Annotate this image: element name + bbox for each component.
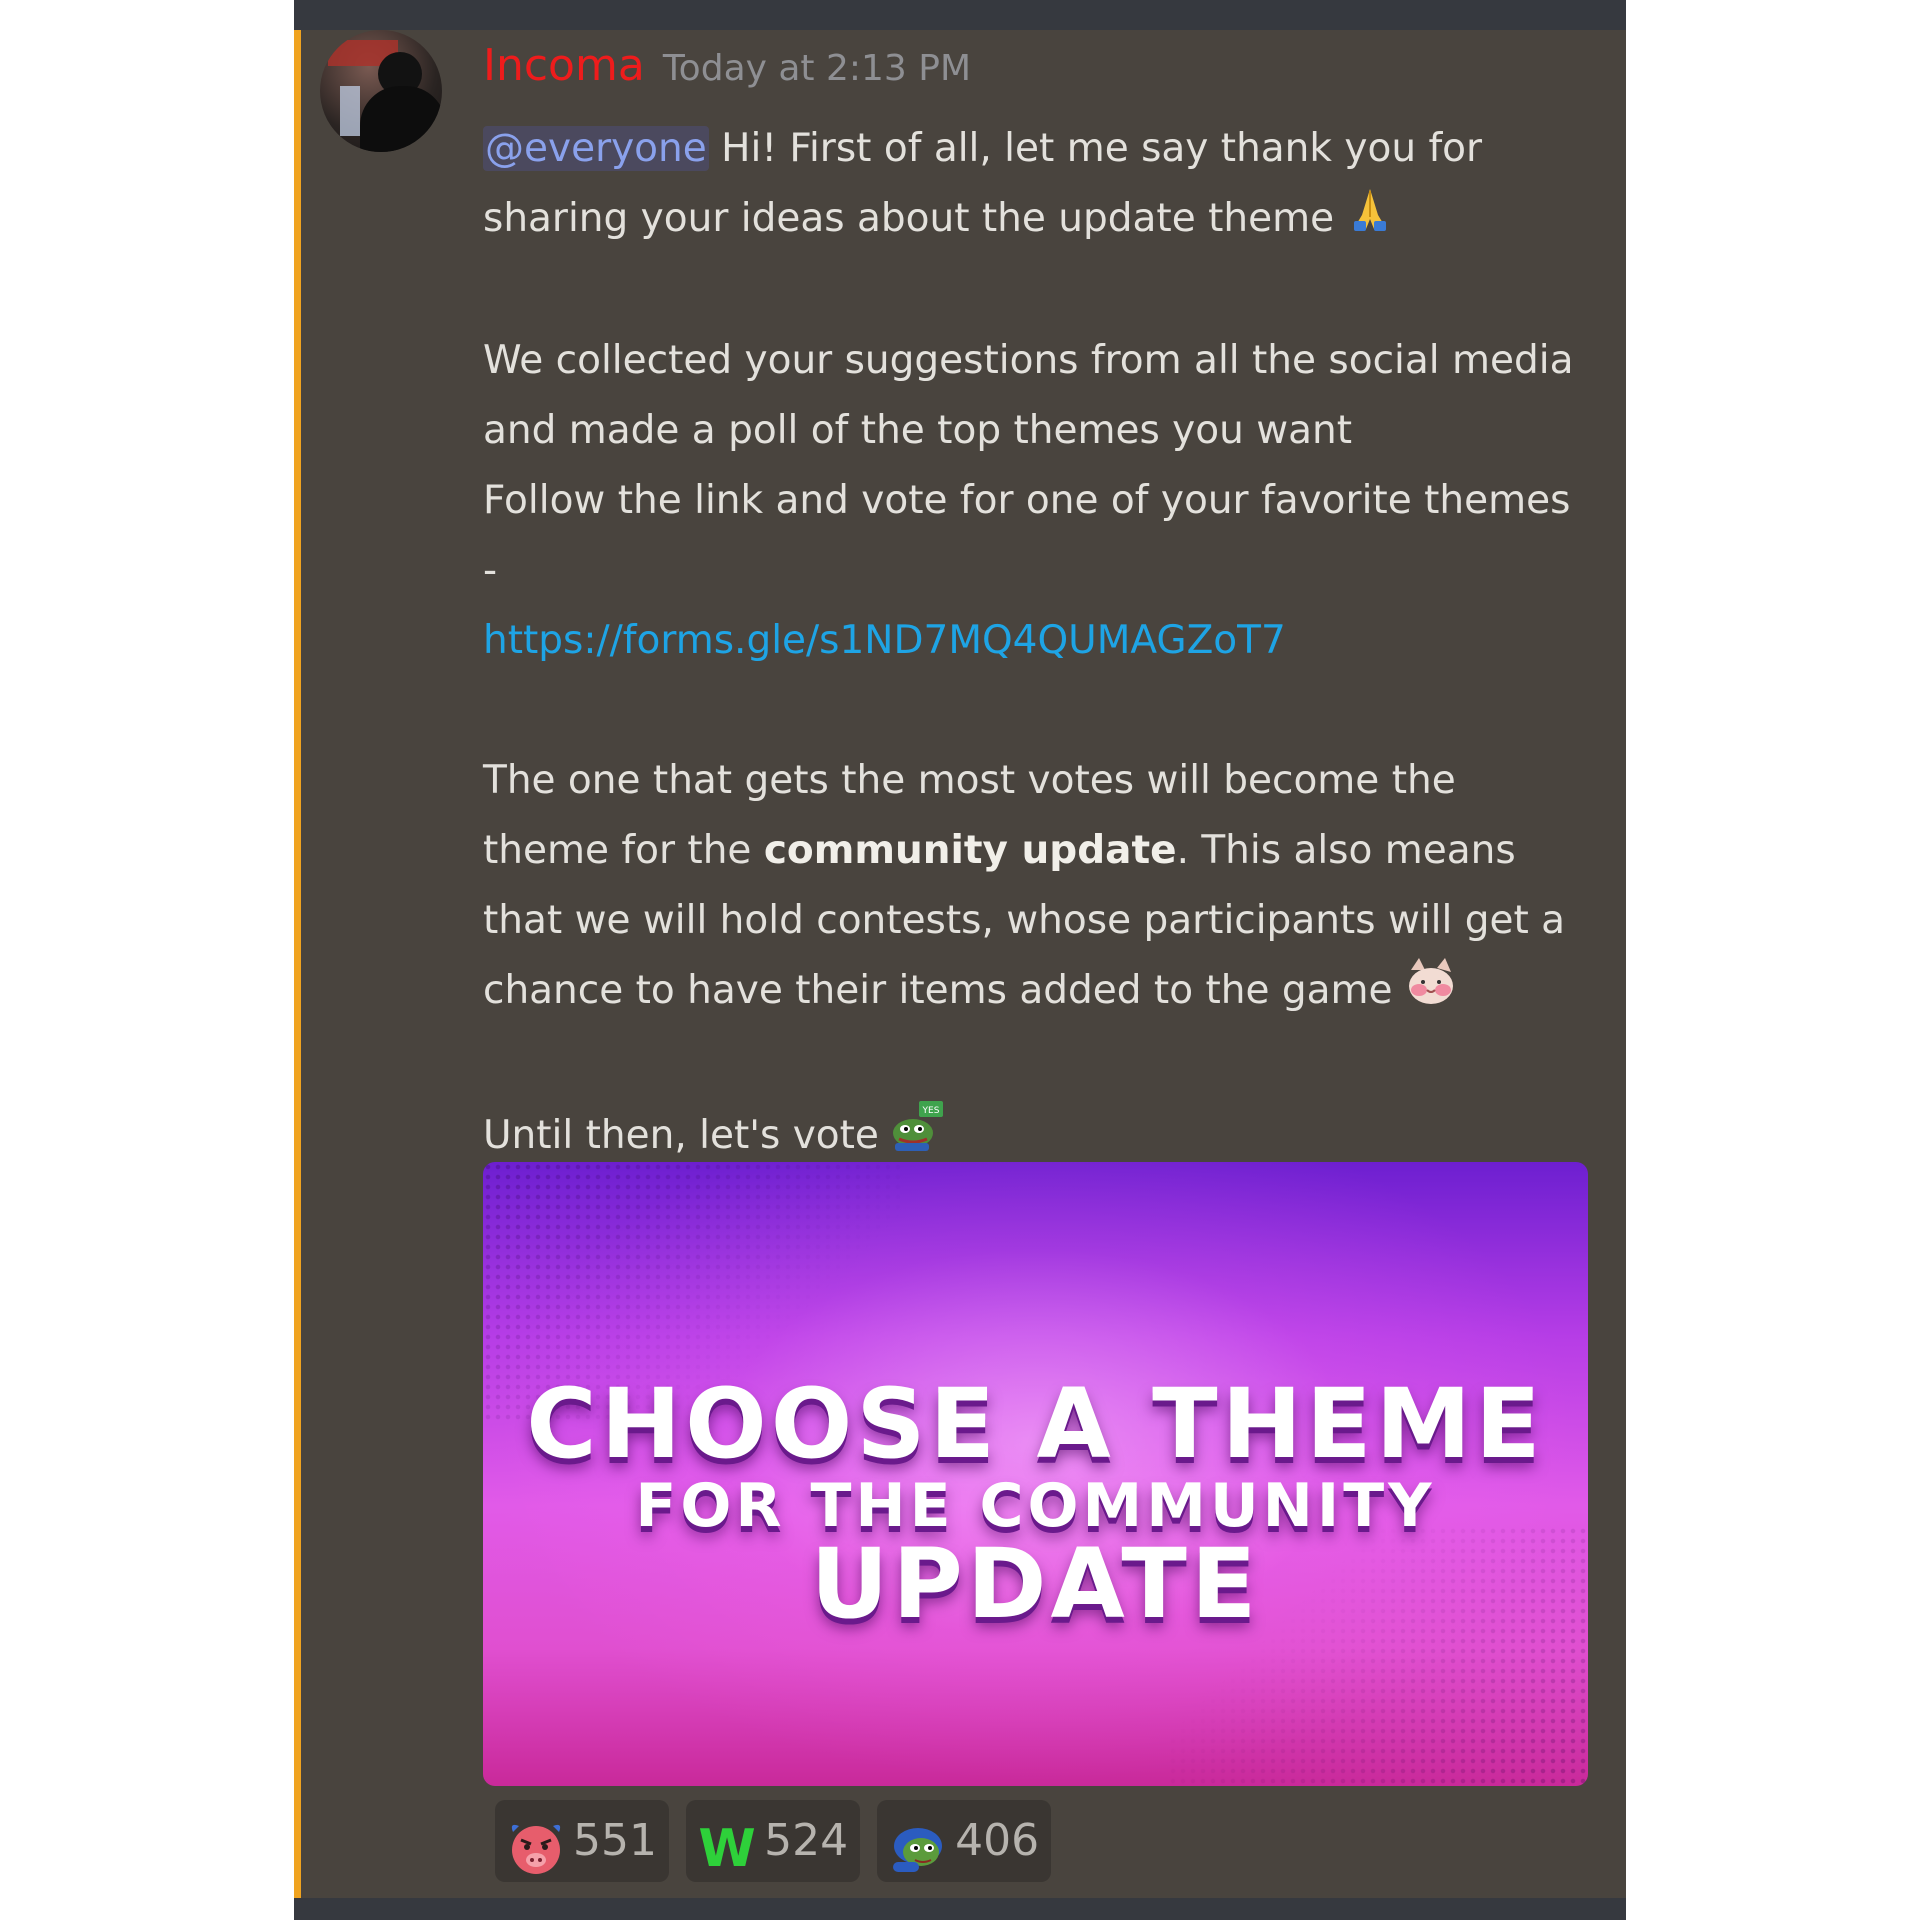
message-content: @everyone Hi! First of all, let me say t…: [483, 114, 1593, 1176]
folded-hands-emoji-icon[interactable]: [1346, 185, 1394, 256]
reaction-pepe-hug[interactable]: 406: [877, 1800, 1052, 1882]
reactions-bar: 551 W 524 406: [495, 1800, 1063, 1884]
reaction-count: 406: [955, 1815, 1040, 1866]
mention-highlight-bar: [294, 30, 301, 1898]
reaction-w[interactable]: W 524: [686, 1800, 861, 1882]
banner-title-line-1: CHOOSE A THEME: [526, 1368, 1545, 1480]
avatar[interactable]: [320, 30, 442, 152]
poll-form-link[interactable]: https://forms.gle/s1ND7MQ4QUMAGZoT7: [483, 618, 1286, 663]
message-header: Incoma Today at 2:13 PM: [483, 40, 971, 100]
community-update-bold: community update: [763, 828, 1177, 873]
yes-sign-text: YES: [922, 1106, 940, 1116]
reaction-angry-pig[interactable]: 551: [495, 1800, 669, 1882]
blushing-cat-emoji-icon[interactable]: [1405, 956, 1457, 1029]
username[interactable]: Incoma: [483, 40, 645, 91]
everyone-mention[interactable]: @everyone: [483, 126, 709, 171]
paragraph-2: We collected your suggestions from all t…: [483, 326, 1593, 676]
community-update-banner[interactable]: CHOOSE A THEME FOR THE COMMUNITY UPDATE: [483, 1162, 1588, 1786]
w-letter-icon: W: [698, 1818, 756, 1879]
banner-title-line-3: UPDATE: [810, 1528, 1261, 1640]
reaction-count: 524: [764, 1815, 849, 1866]
chat-message[interactable]: Incoma Today at 2:13 PM @everyone Hi! Fir…: [294, 30, 1626, 1898]
pepe-hug-icon: [889, 1818, 947, 1876]
timestamp[interactable]: Today at 2:13 PM: [663, 48, 971, 89]
paragraph-2-line-1: We collected your suggestions from all t…: [483, 338, 1574, 453]
w-letter-text: W: [698, 1819, 755, 1876]
reaction-count: 551: [573, 1815, 657, 1866]
paragraph-1: @everyone Hi! First of all, let me say t…: [483, 114, 1593, 256]
angry-pig-icon: [507, 1818, 565, 1876]
paragraph-4-text: Until then, let's vote: [483, 1113, 892, 1158]
paragraph-3: The one that gets the most votes will be…: [483, 746, 1593, 1029]
paragraph-2-line-2: Follow the link and vote for one of your…: [483, 478, 1571, 593]
